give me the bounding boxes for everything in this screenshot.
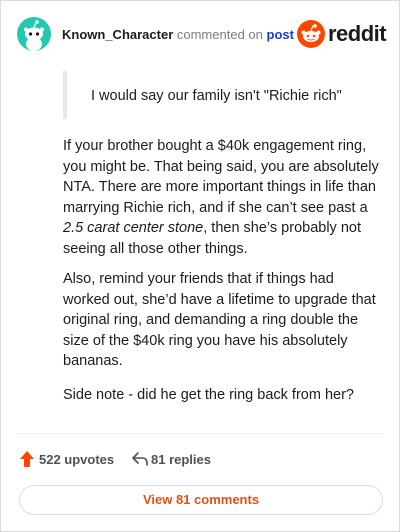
reddit-logo-icon	[297, 20, 325, 48]
comment-byline: Known_Character commented on post	[62, 27, 294, 43]
view-comments-button[interactable]: View 81 comments	[19, 485, 383, 515]
reply-count: 81 replies	[151, 452, 211, 467]
post-link[interactable]: post	[267, 27, 294, 42]
comment-paragraph-2: Also, remind your friends that if things…	[63, 271, 376, 369]
upvote-count: 522 upvotes	[39, 452, 115, 467]
comment-card: Known_Character commented on post reddit…	[0, 0, 400, 532]
comment-stats: 522 upvotes 81 replies	[19, 449, 379, 471]
comment-paragraph-3: Side note - did he get the ring back fro…	[63, 387, 354, 403]
snoo-avatar-icon[interactable]	[17, 17, 51, 51]
divider	[17, 433, 383, 434]
comment-paragraph-1: If your brother bought a $40k engagement…	[63, 136, 379, 259]
upvote-arrow-icon	[20, 451, 34, 467]
brand-wordmark: reddit	[328, 21, 387, 46]
reply-arrow-icon	[132, 452, 148, 466]
comment-header: Known_Character commented on post reddit	[17, 17, 387, 51]
username-link[interactable]: Known_Character	[62, 27, 173, 42]
quote-text: I would say our family isn't "Richie ric…	[91, 88, 342, 104]
action-text: commented on	[176, 27, 263, 42]
quoted-text: I would say our family isn't "Richie ric…	[63, 71, 383, 119]
quote-bar	[63, 71, 67, 119]
reddit-brand[interactable]: reddit	[297, 20, 387, 48]
p1-text-italic: 2.5 carat center stone	[63, 220, 204, 236]
p1-text-before: If your brother bought a $40k engagement…	[63, 138, 379, 216]
